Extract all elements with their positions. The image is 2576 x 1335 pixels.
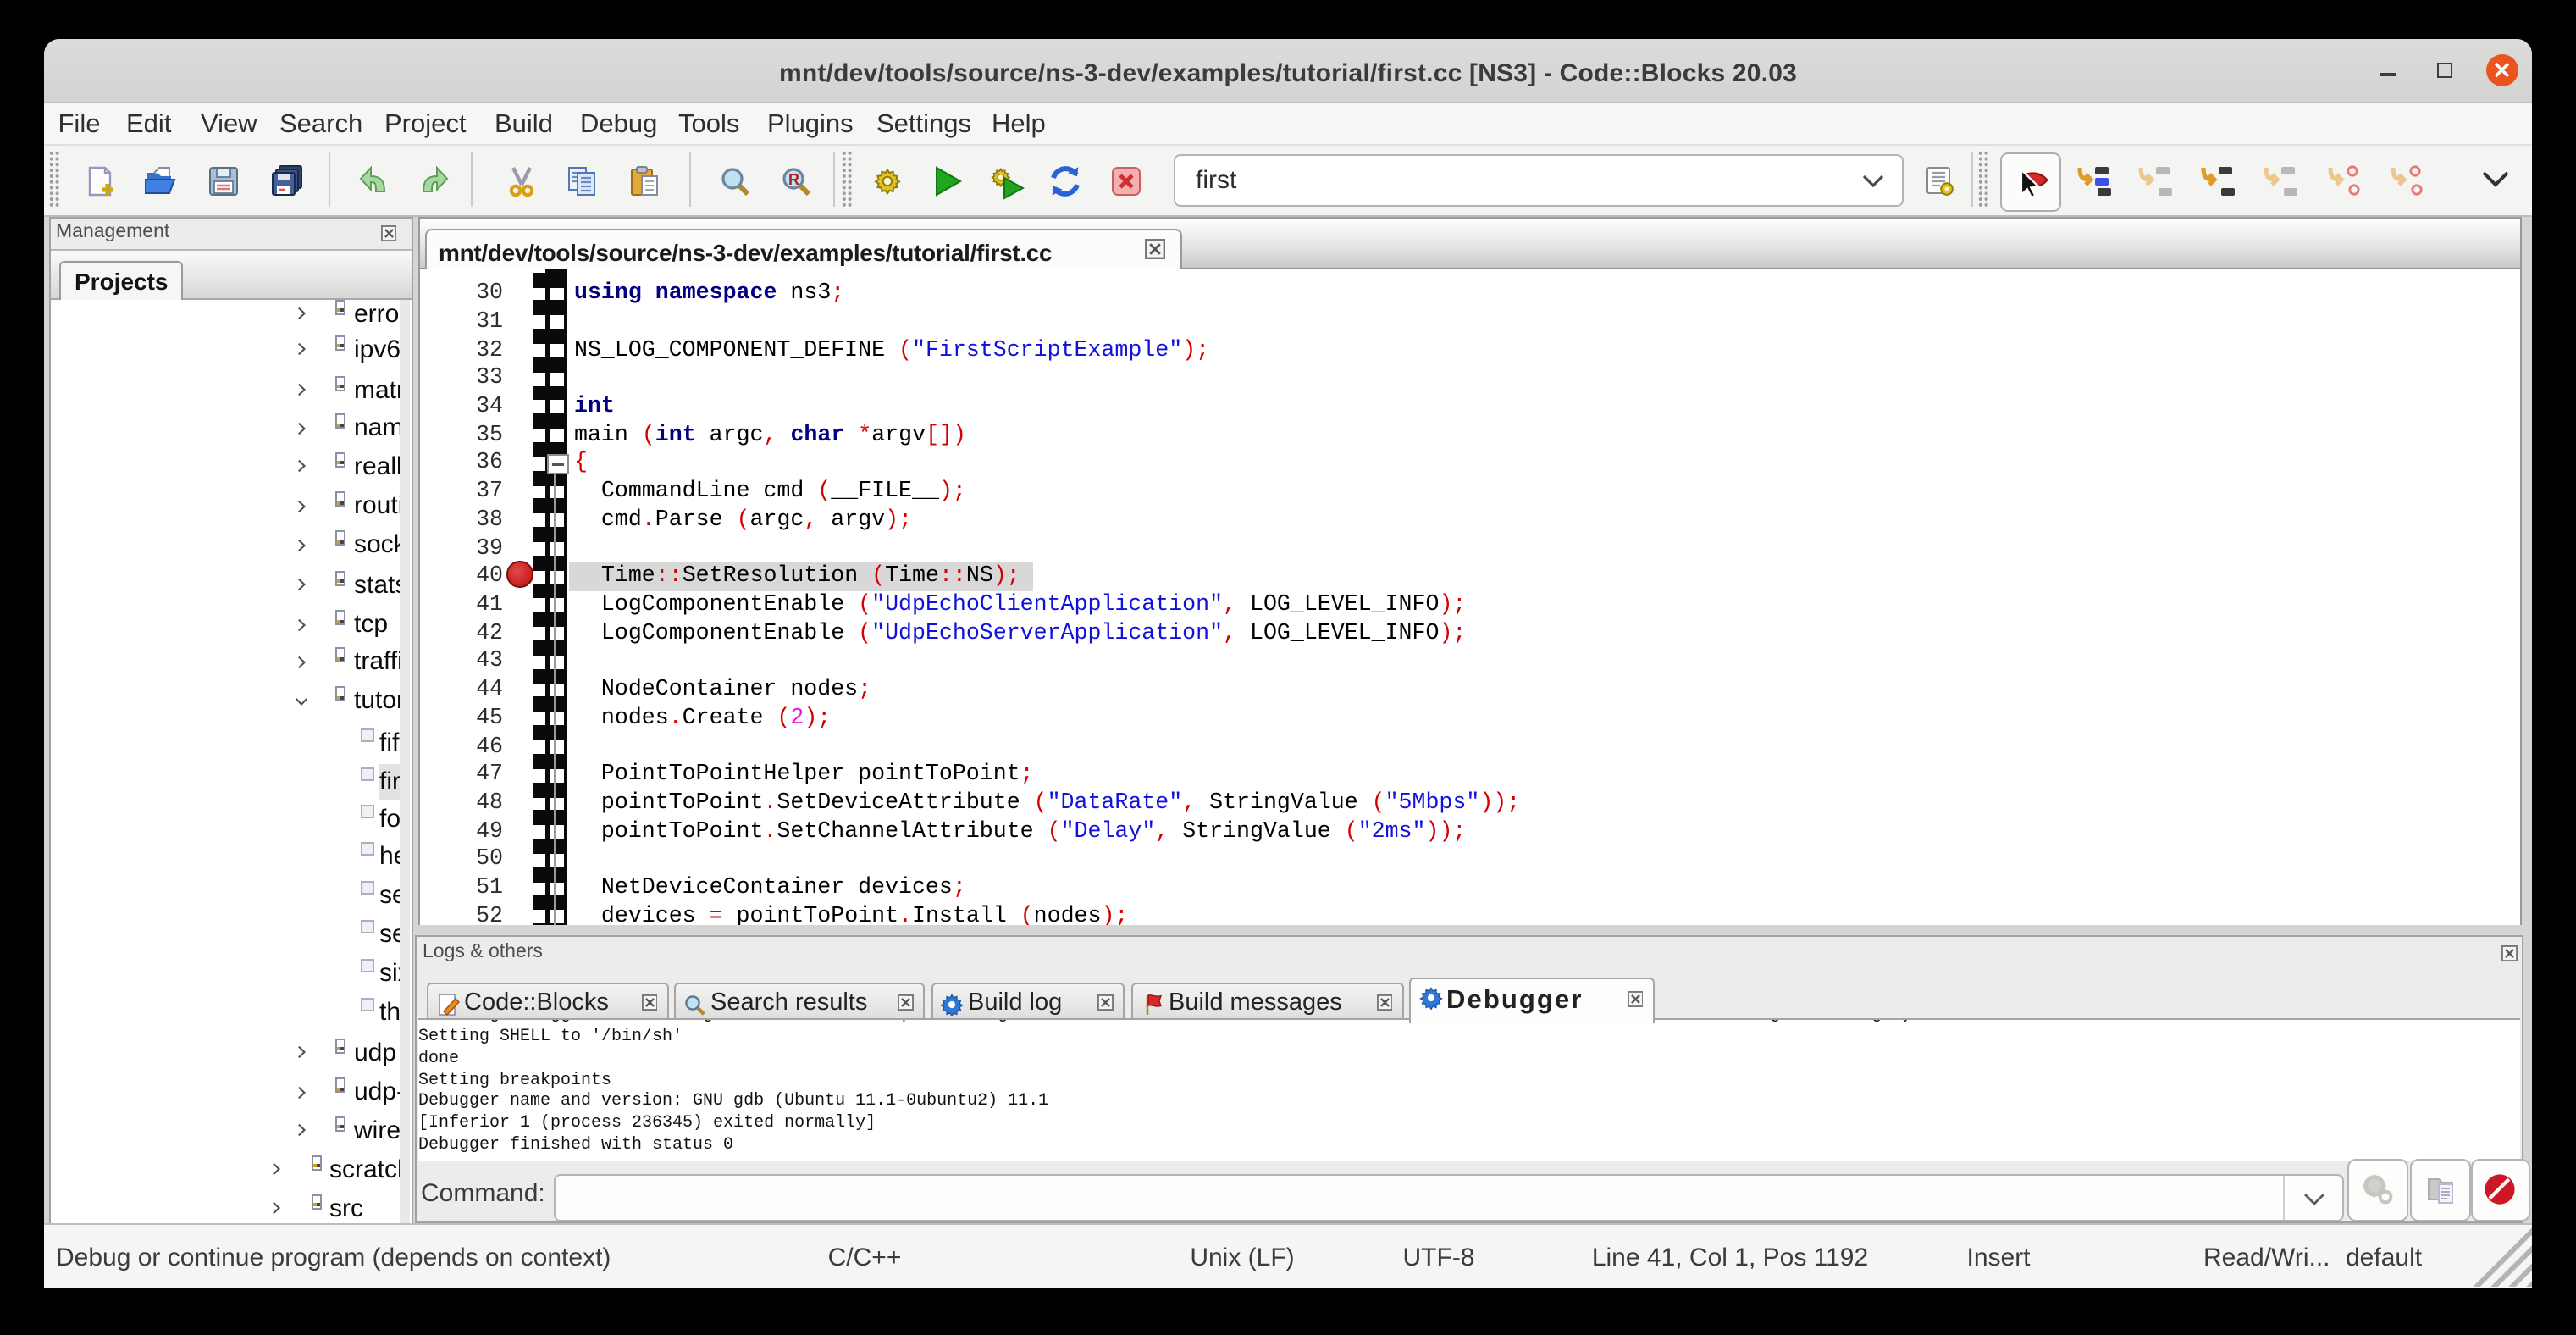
svg-text:R: R: [788, 171, 799, 188]
